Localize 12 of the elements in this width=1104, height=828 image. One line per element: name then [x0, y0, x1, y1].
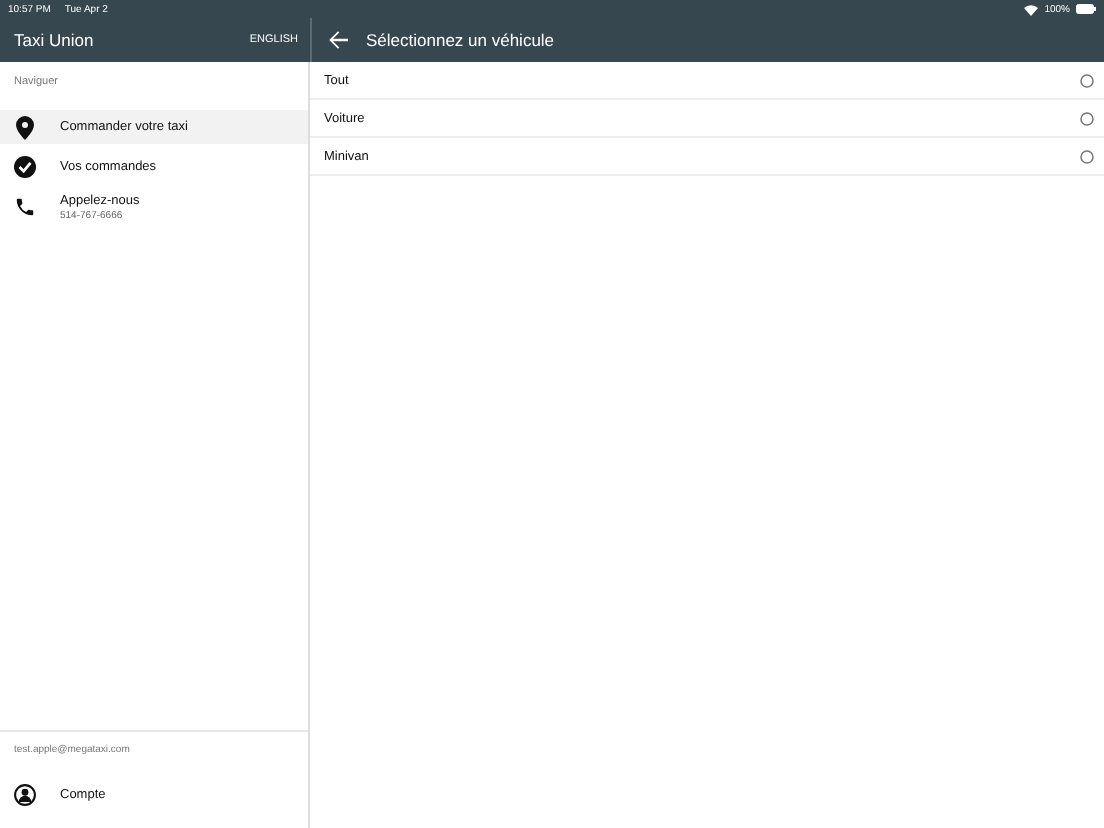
radio-button[interactable] — [1080, 73, 1094, 87]
check-circle-icon — [14, 156, 36, 178]
wifi-icon — [1024, 3, 1039, 15]
radio-button[interactable] — [1080, 149, 1094, 163]
app-title: Taxi Union — [14, 30, 94, 50]
phone-icon — [14, 196, 36, 218]
account-icon — [14, 784, 36, 806]
page-title: Sélectionnez un véhicule — [366, 30, 555, 50]
radio-button[interactable] — [1080, 111, 1094, 125]
back-arrow-icon[interactable] — [328, 30, 348, 50]
battery-icon — [1076, 4, 1096, 14]
location-pin-icon — [14, 115, 36, 139]
